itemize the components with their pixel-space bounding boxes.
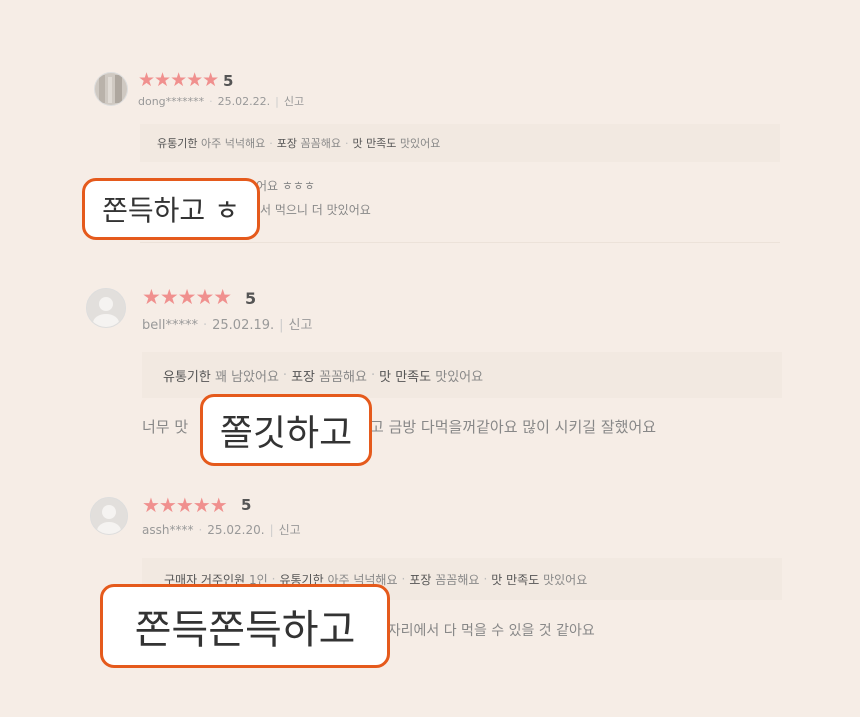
tag-value: 꼼꼼해요 <box>435 572 480 587</box>
rating-score: 5 <box>223 72 234 90</box>
highlight-callout-2: 쫄깃하고 <box>200 394 372 466</box>
rating-score: 5 <box>245 289 257 308</box>
reviewer-id: assh**** <box>142 523 194 537</box>
default-avatar-icon <box>91 498 127 534</box>
tag-key: 만족도 <box>395 369 432 385</box>
tag-value: 맛있어요 <box>543 572 588 587</box>
review-text-start: 너무 맛 <box>142 418 189 436</box>
review-meta: assh**** · 25.02.20. | 신고 <box>142 523 301 537</box>
tag-value: 꼼꼼해요 <box>319 369 367 385</box>
tag-key: 유통기한 <box>163 369 211 385</box>
default-avatar-icon <box>87 289 125 327</box>
tag-key: 유통기한 <box>157 137 198 150</box>
tag-key: 포장 <box>291 369 315 385</box>
review-meta: dong******* · 25.02.22. | 신고 <box>138 95 305 108</box>
tag-key: 맛 <box>491 572 503 587</box>
tag-key: 포장 <box>409 572 432 587</box>
avatar <box>90 497 128 535</box>
tag-key: 포장 <box>276 137 297 150</box>
review-text-line-2: 서 먹으니 더 맛있어요 <box>260 203 371 217</box>
review-tags: 유통기한 아주 넉넉해요 · 포장 꼼꼼해요 · 맛 만족도 맛있어요 <box>140 124 780 162</box>
review-date: 25.02.22. <box>217 95 271 108</box>
highlight-callout-3: 쫀득쫀득하고 <box>100 584 390 668</box>
tag-key: 맛 <box>352 137 363 150</box>
review-text-line-1: 어요 ㅎㅎㅎ <box>256 179 316 193</box>
tag-value: 꼼꼼해요 <box>300 137 341 150</box>
avatar <box>86 288 126 328</box>
tag-value: 꽤 남았어요 <box>214 369 279 385</box>
reviewer-id: bell***** <box>142 318 198 333</box>
rating-score: 5 <box>241 496 252 514</box>
report-button[interactable]: 신고 <box>279 523 301 537</box>
tag-key: 맛 <box>379 369 392 385</box>
rating-stars: ★★★★★ <box>142 493 228 517</box>
tag-value: 맛있어요 <box>399 137 441 150</box>
reviewer-id: dong******* <box>138 95 205 108</box>
tag-value: 아주 넉넉해요 <box>200 137 266 150</box>
divider <box>140 242 780 243</box>
rating-stars: ★★★★★ <box>142 285 232 309</box>
review-date: 25.02.19. <box>212 318 275 333</box>
tag-key: 만족도 <box>506 572 540 587</box>
avatar <box>94 72 128 106</box>
report-button[interactable]: 신고 <box>289 318 313 333</box>
review-date: 25.02.20. <box>207 523 265 537</box>
highlight-callout-1: 쫀득하고 ㅎ <box>82 178 260 240</box>
review-tags: 유통기한 꽤 남았어요 · 포장 꼼꼼해요 · 맛 만족도 맛있어요 <box>142 352 782 398</box>
review-meta: bell***** · 25.02.19. | 신고 <box>142 318 313 333</box>
tag-key: 만족도 <box>366 137 397 150</box>
review-text-end: 앉은자리에서 다 먹을 수 있을 것 같아요 <box>362 623 595 639</box>
rating-stars: ★★★★★ <box>138 69 219 91</box>
tag-value: 맛있어요 <box>435 369 484 385</box>
user-photo-icon <box>95 73 127 105</box>
report-button[interactable]: 신고 <box>284 95 304 108</box>
review-text-end: 고 금방 다먹을꺼같아요 많이 시키길 잘했어요 <box>370 418 657 436</box>
